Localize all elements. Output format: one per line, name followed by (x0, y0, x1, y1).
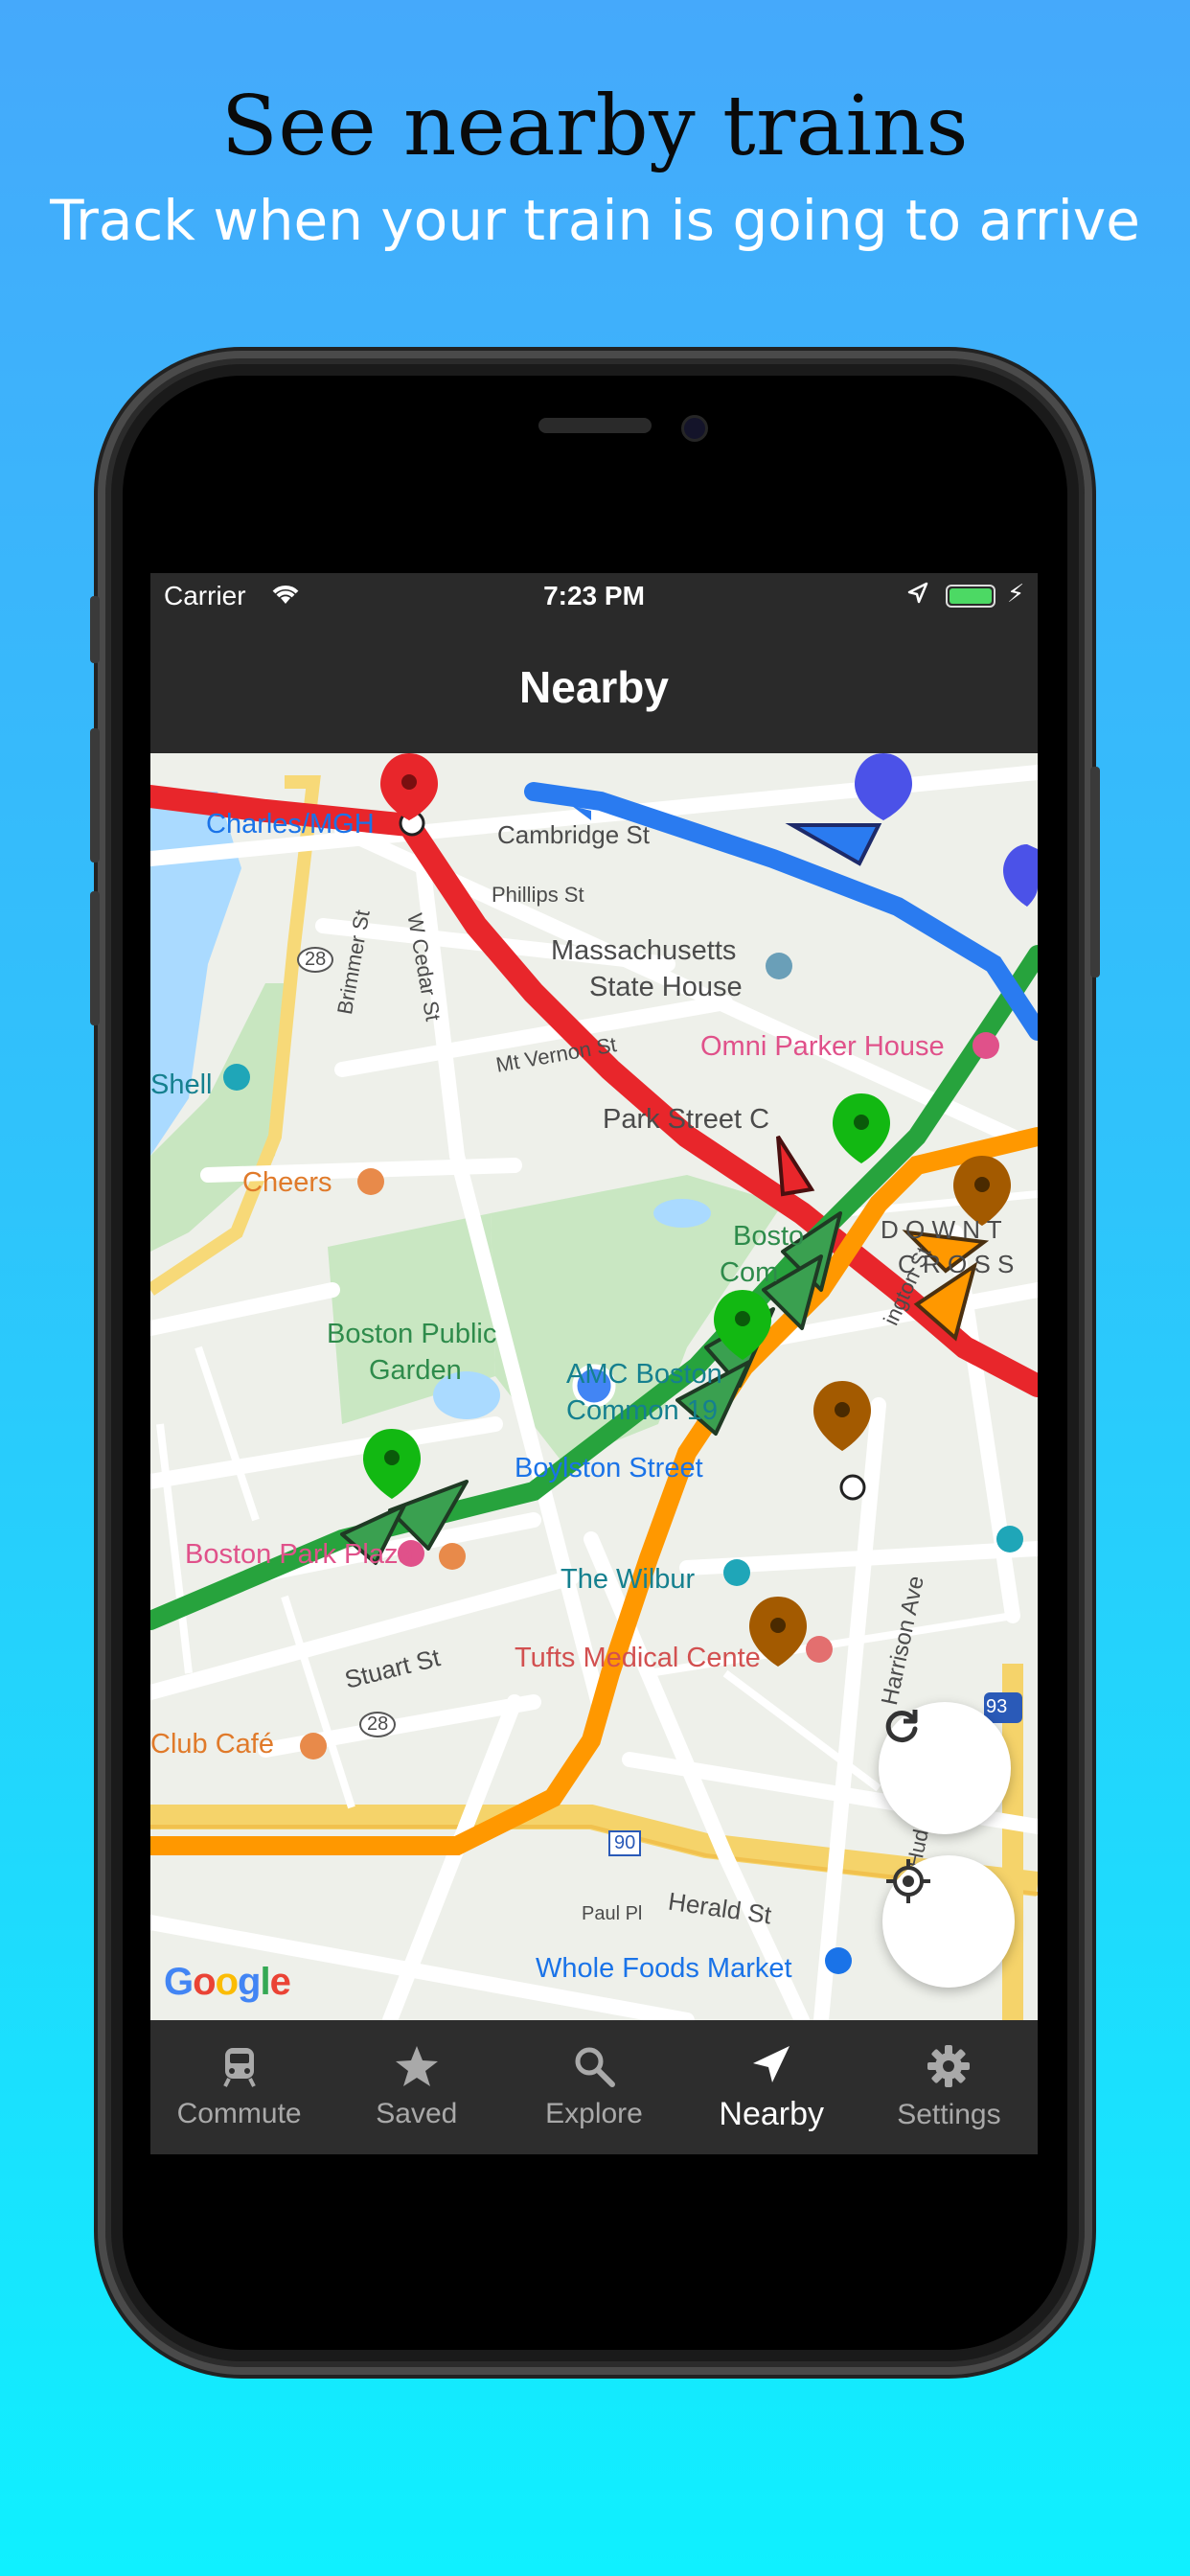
map-label-boylston: Boylston Street (515, 1453, 703, 1484)
map-label-public-garden-2: Garden (369, 1355, 462, 1386)
tab-label-saved: Saved (376, 2098, 458, 2129)
map-label-amc-2: Common 19 (566, 1395, 718, 1426)
navigation-bar: Nearby (150, 621, 1038, 753)
map-label-downtown-1: D O W N T (881, 1215, 1002, 1244)
tab-label-nearby: Nearby (719, 2095, 825, 2132)
map-label-route-28b: 28 (359, 1712, 397, 1737)
camera-lens (681, 415, 708, 442)
tab-saved[interactable]: Saved (328, 2020, 505, 2154)
map-label-public-garden-1: Boston Public (327, 1319, 497, 1349)
gear-icon (927, 2045, 971, 2087)
map-label-boston-common-1: Bosto (733, 1221, 805, 1252)
map-label-boston-common-2: Com (720, 1257, 779, 1288)
tab-settings[interactable]: Settings (860, 2020, 1038, 2154)
map-label-paul-pl: Paul Pl (582, 1903, 643, 1924)
locate-me-button[interactable] (882, 1855, 1015, 1988)
map-view[interactable]: Charles/MGH Cambridge St Phillips St W C… (150, 753, 1038, 2020)
map-label-phillips-st: Phillips St (492, 883, 584, 907)
refresh-icon (885, 1710, 918, 1743)
location-arrow-icon (753, 2045, 790, 2082)
power-button (1090, 767, 1100, 978)
app-screen: Carrier 7:23 PM ⚡ Nearby Charles/MGH Cam… (150, 573, 1038, 2154)
map-label-route-90: 90 (608, 1830, 642, 1856)
refresh-button[interactable] (879, 1702, 1011, 1834)
map-label-cheers: Cheers (242, 1167, 332, 1198)
charging-bolt-icon: ⚡ (1007, 579, 1025, 608)
map-label-amc-1: AMC Boston (566, 1359, 722, 1390)
page-title: Nearby (519, 662, 669, 712)
battery-icon (946, 585, 995, 608)
map-label-state-house-2: State House (589, 972, 743, 1002)
map-label-omni: Omni Parker House (700, 1031, 945, 1062)
map-label-state-house-1: Massachusetts (551, 935, 737, 966)
speaker-grille (538, 418, 652, 433)
tab-bar: Commute Saved Explore Nearby Settings (150, 2020, 1038, 2154)
map-label-club-cafe: Club Café (150, 1729, 274, 1760)
map-label-wilbur: The Wilbur (561, 1564, 696, 1595)
google-logo: Google (164, 1961, 291, 2003)
map-label-park-plaza: Boston Park Plaza (185, 1539, 414, 1570)
mute-switch (90, 596, 100, 663)
search-icon (575, 2047, 615, 2087)
map-label-route-28: 28 (297, 947, 334, 973)
subheadline: Track when your train is going to arrive (50, 188, 1140, 253)
headline: See nearby trains (220, 79, 970, 174)
star-icon (395, 2046, 438, 2086)
tab-nearby[interactable]: Nearby (683, 2020, 860, 2154)
map-label-charles-mgh: Charles/MGH (206, 809, 375, 840)
train-icon (222, 2048, 256, 2087)
map-label-park-street: Park Street C (603, 1104, 770, 1135)
map-label-route-93: 93 (986, 1696, 1008, 1717)
locate-icon (886, 1859, 930, 1903)
tab-label-settings: Settings (897, 2099, 1001, 2130)
tab-label-commute: Commute (176, 2098, 302, 2129)
tab-explore[interactable]: Explore (505, 2020, 682, 2154)
map-label-shell: Shell (150, 1070, 213, 1100)
volume-up-button (90, 728, 100, 862)
tab-commute[interactable]: Commute (150, 2020, 328, 2154)
status-bar: Carrier 7:23 PM ⚡ (150, 573, 1038, 621)
location-arrow-icon (905, 581, 930, 612)
map-label-whole-foods: Whole Foods Market (536, 1953, 792, 1984)
tab-label-explore: Explore (545, 2098, 643, 2129)
map-label-cambridge-st: Cambridge St (497, 820, 650, 849)
map-label-tufts: Tufts Medical Cente (515, 1643, 761, 1673)
volume-down-button (90, 891, 100, 1025)
